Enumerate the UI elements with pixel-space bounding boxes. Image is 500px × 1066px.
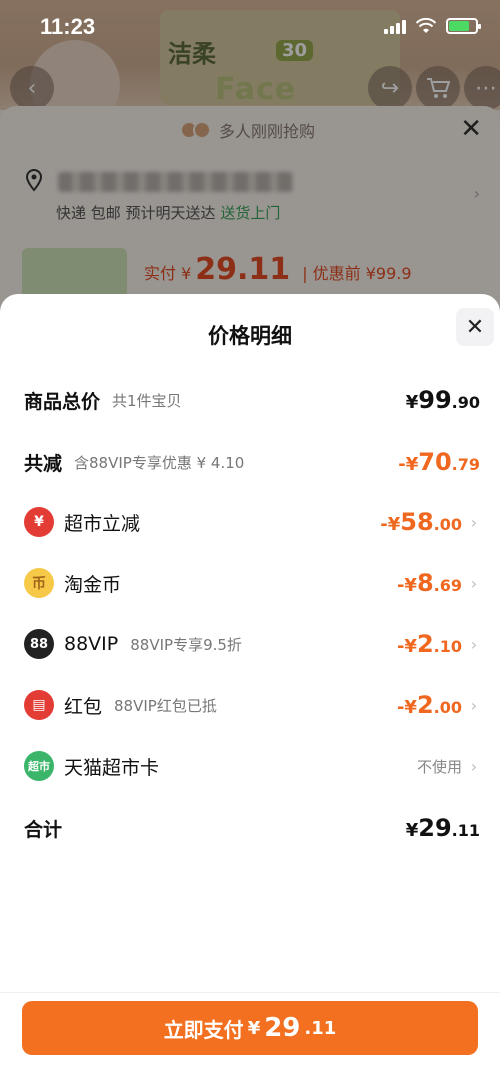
red-packet-icon: ▤ (24, 690, 54, 720)
close-icon: ✕ (465, 314, 485, 340)
cellular-signal-icon (384, 18, 406, 34)
vip88-row[interactable]: 88 88VIP 88VIP专享9.5折 -¥ 2.10 › (24, 624, 480, 664)
taojinbi-coin-icon: 币 (24, 568, 54, 598)
chevron-right-icon: › (470, 756, 478, 776)
supermarket-discount-amount: -¥ 58.00 (380, 508, 462, 536)
checkout-footer: 立即支付 ¥ 29 .11 (0, 992, 500, 1066)
red-packet-amount: -¥ 2.00 (396, 691, 462, 719)
tmall-card-icon: 超市 (24, 751, 54, 781)
tmall-card-row[interactable]: 超市 天猫超市卡 不使用 › (24, 746, 480, 786)
chevron-right-icon: › (470, 695, 478, 715)
vip88-amount: -¥ 2.10 (396, 630, 462, 658)
wifi-icon (416, 18, 436, 33)
battery-icon (446, 18, 481, 34)
close-button[interactable]: ✕ (456, 308, 494, 346)
chevron-right-icon: › (470, 573, 478, 593)
supermarket-discount-row[interactable]: ¥ 超市立减 -¥ 58.00 › (24, 502, 480, 542)
grand-total-row: 合计 ¥29.11 (24, 814, 480, 842)
tmall-card-value: 不使用 (416, 757, 462, 776)
chevron-right-icon: › (470, 512, 478, 532)
taojinbi-amount: -¥ 8.69 (396, 569, 462, 597)
red-packet-row[interactable]: ▤ 红包 88VIP红包已抵 -¥ 2.00 › (24, 685, 480, 725)
supermarket-discount-icon: ¥ (24, 507, 54, 537)
total-discount-amount: -¥ 70.79 (398, 448, 480, 476)
total-discount-row: 共减 含88VIP专享优惠 ¥ 4.10 -¥ 70.79 (24, 448, 480, 476)
sheet-title: 价格明细 (208, 324, 292, 348)
pay-now-button[interactable]: 立即支付 ¥ 29 .11 (22, 1001, 478, 1055)
goods-total-amount: ¥99.90 (405, 386, 480, 414)
status-time: 11:23 (40, 14, 96, 39)
vip88-icon: 88 (24, 629, 54, 659)
goods-total-row: 商品总价 共1件宝贝 ¥99.90 (24, 386, 480, 414)
taojinbi-row[interactable]: 币 淘金币 -¥ 8.69 › (24, 563, 480, 603)
price-detail-sheet: 价格明细 ✕ 商品总价 共1件宝贝 ¥99.90 共减 含88VIP专享优惠 ¥… (0, 294, 500, 1066)
chevron-right-icon: › (470, 634, 478, 654)
status-bar: 11:23 (0, 0, 500, 56)
grand-total-amount: ¥29.11 (405, 814, 480, 842)
